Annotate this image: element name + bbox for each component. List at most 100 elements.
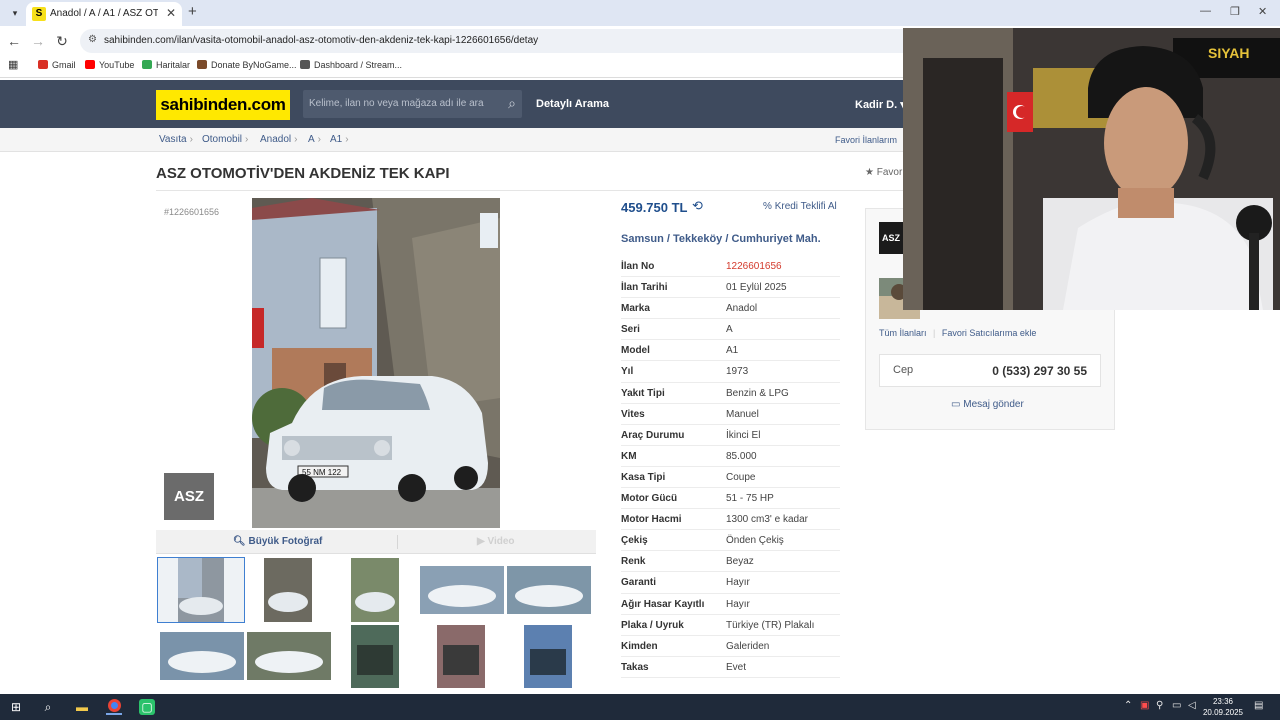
main-car-photo[interactable]: 55 NM 122 (252, 198, 500, 528)
magnifier-icon: 🔍︎ (233, 536, 246, 547)
breadcrumb-separator: › (345, 134, 349, 145)
spec-key: Kasa Tipi (621, 471, 666, 483)
forward-icon[interactable]: → (30, 33, 46, 49)
search-icon[interactable]: ⌕ (508, 95, 516, 112)
bookmark-youtube[interactable]: YouTube (85, 60, 134, 70)
spec-value: 1226601656 (726, 261, 782, 272)
favorite-button[interactable]: ★ Favor (865, 167, 902, 178)
specs-table: İlan No 1226601656 İlan Tarihi 01 Eylül 20… (621, 256, 840, 678)
spec-row: Garanti Hayır (621, 572, 840, 594)
spec-key: Takas (621, 661, 649, 673)
minimize-icon[interactable]: — (1200, 5, 1211, 17)
play-icon: ▶ (477, 536, 485, 547)
search-icon[interactable]: ⌕ (40, 699, 56, 715)
spec-key: Garanti (621, 577, 657, 589)
user-menu[interactable]: Kadir D. ▾ (855, 98, 906, 111)
taskbar-clock[interactable]: 23:36 20.09.2025 (1200, 696, 1246, 718)
bookmark-gmail[interactable]: Gmail (38, 60, 76, 70)
back-icon[interactable]: ← (6, 33, 22, 49)
link-divider: | (933, 328, 936, 338)
site-info-icon[interactable]: ⚙ (88, 34, 97, 45)
breadcrumb-item[interactable]: Anadol › (260, 134, 297, 145)
tray-app-icon[interactable]: ▣ (1140, 700, 1149, 711)
credit-offer-label: Kredi Teklifi Al (774, 201, 837, 212)
volume-icon[interactable]: ◁ (1188, 700, 1196, 711)
spec-key: Seri (621, 324, 640, 336)
spec-key: KM (621, 450, 637, 462)
video-label: Video (487, 536, 515, 547)
photo-thumbnail[interactable] (524, 625, 572, 688)
phone-number[interactable]: 0 (533) 297 30 55 (992, 364, 1087, 378)
app-icon[interactable]: ▢ (139, 699, 155, 715)
photo-thumbnail[interactable] (420, 566, 504, 614)
search-input[interactable]: Kelime, ilan no veya mağaza adı ile ara … (303, 90, 522, 118)
all-listings-link[interactable]: Tüm İlanları (879, 328, 927, 338)
spec-value: Anadol (726, 303, 758, 315)
windows-start-icon[interactable]: ⊞ (8, 699, 24, 715)
site-logo[interactable]: sahibinden.com (156, 90, 290, 120)
photo-thumbnail[interactable] (351, 625, 399, 688)
photo-thumbnail[interactable] (264, 558, 312, 622)
credit-offer-link[interactable]: % Kredi Teklifi Al (763, 201, 837, 212)
new-tab-plus-icon[interactable]: + (188, 3, 197, 20)
tab-search-chevron-icon[interactable]: ▾ (6, 4, 24, 22)
phone-box[interactable]: Cep 0 (533) 297 30 55 (879, 354, 1101, 387)
price-history-icon[interactable]: ⟲ (692, 198, 703, 214)
add-favorite-seller-link[interactable]: Favori Satıcılarıma ekle (942, 328, 1037, 338)
favorite-listings-link[interactable]: Favori İlanlarım (835, 135, 897, 145)
maximize-icon[interactable]: ❐ (1230, 5, 1240, 18)
photo-thumbnail[interactable] (160, 632, 244, 680)
send-message-button[interactable]: ▭ Mesaj gönder (951, 399, 1024, 410)
url-text[interactable]: sahibinden.com/ilan/vasita-otomobil-anad… (104, 35, 538, 46)
big-photo-button[interactable]: 🔍︎ Büyük Fotoğraf (233, 536, 322, 547)
photo-thumbnail[interactable] (247, 632, 331, 680)
location-district[interactable]: Tekkeköy (673, 233, 722, 245)
search-placeholder: Kelime, ilan no veya mağaza adı ile ara (309, 98, 484, 109)
file-explorer-icon[interactable]: ▬ (74, 699, 90, 715)
thumbnail-image (268, 592, 308, 612)
seller-logo[interactable]: ASZ (879, 222, 903, 254)
bookmark-maps[interactable]: Haritalar (142, 60, 190, 70)
spec-value: 51 - 75 HP (726, 493, 774, 505)
spec-key: İlan No (621, 261, 655, 272)
bookmark-donate[interactable]: Donate ByNoGame... (197, 60, 297, 70)
breadcrumb-item[interactable]: A › (308, 134, 321, 145)
microphone-icon[interactable]: ⚲ (1156, 700, 1163, 711)
browser-tab[interactable]: S Anadol / A / A1 / ASZ OTOMOTİ ✕ (26, 2, 182, 26)
chrome-icon[interactable] (106, 699, 122, 715)
reload-icon[interactable]: ↻ (54, 33, 70, 50)
video-tab[interactable]: ▶ Video (477, 536, 515, 547)
breadcrumb-separator: › (245, 134, 249, 145)
location-neighborhood[interactable]: Cumhuriyet Mah. (731, 233, 820, 245)
network-icon[interactable]: ▭ (1172, 700, 1181, 711)
spec-value: Benzin & LPG (726, 387, 789, 399)
webcam-image: SIYAH (903, 28, 1280, 310)
photo-thumbnail[interactable] (507, 566, 591, 614)
bookmark-dashboard[interactable]: Dashboard / Stream... (300, 60, 402, 70)
apps-grid-icon[interactable]: ▦ (8, 58, 18, 71)
close-icon[interactable]: ✕ (166, 6, 176, 20)
notification-icon[interactable]: ▤ (1254, 700, 1263, 711)
photo-thumbnail[interactable] (437, 625, 485, 688)
spec-row: Motor Gücü 51 - 75 HP (621, 488, 840, 510)
breadcrumb-label: Anadol (260, 134, 292, 145)
spec-value: Türkiye (TR) Plakalı (726, 619, 815, 631)
clock-time: 23:36 (1212, 697, 1234, 706)
photo-thumbnail[interactable] (351, 558, 399, 622)
breadcrumb-item[interactable]: Vasıta › (159, 134, 193, 145)
spec-value: 1300 cm3' e kadar (726, 514, 808, 526)
bookmark-label: Gmail (52, 60, 76, 70)
window-close-icon[interactable]: ✕ (1258, 5, 1267, 18)
spec-key: Kimden (621, 640, 658, 652)
spec-row: Kimden Galeriden (621, 636, 840, 657)
breadcrumb-item[interactable]: Otomobil › (202, 134, 248, 145)
favorite-label: Favor (876, 167, 903, 178)
detailed-search-link[interactable]: Detaylı Arama (536, 98, 609, 110)
tray-chevron-icon[interactable]: ⌃ (1124, 700, 1132, 711)
photo-thumbnail[interactable] (157, 557, 245, 623)
spec-row: Çekiş Önden Çekiş (621, 530, 840, 552)
taskbar: ⊞ ⌕ ▬ ▢ ⌃ ▣ ⚲ ▭ ◁ 23:36 20.09.2025 ▤ (0, 694, 1280, 720)
breadcrumb-item[interactable]: A1 › (330, 134, 349, 145)
location-city[interactable]: Samsun (621, 233, 664, 245)
star-icon: ★ (865, 167, 874, 178)
